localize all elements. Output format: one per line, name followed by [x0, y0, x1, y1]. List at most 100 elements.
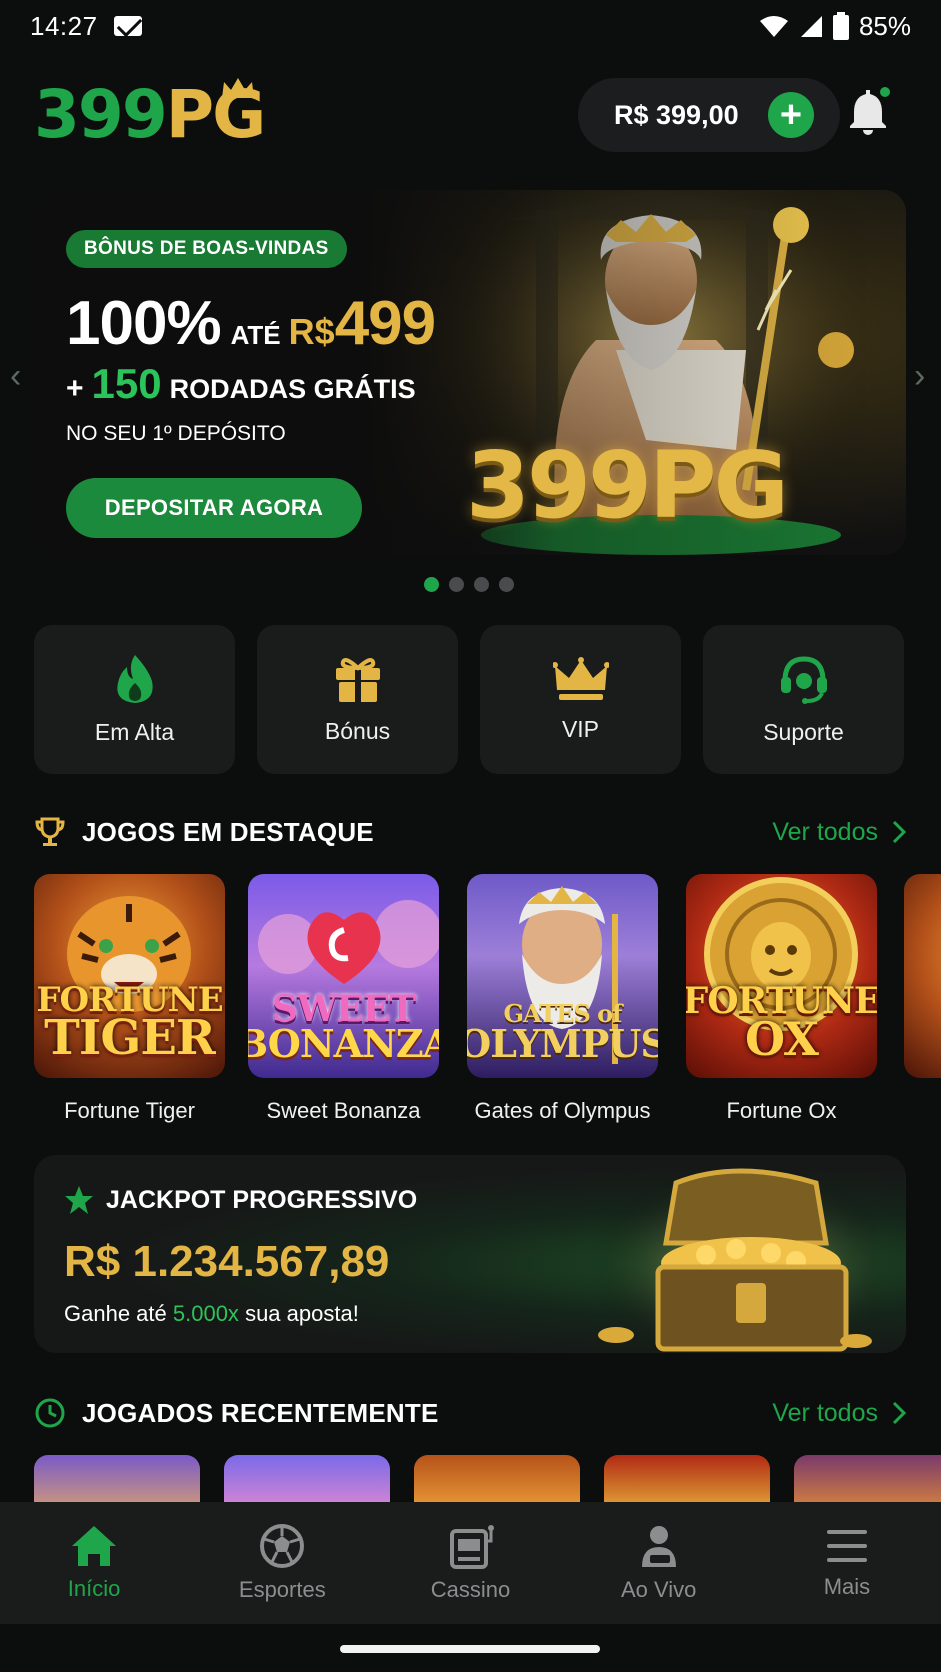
recent-game-thumbnail[interactable] [34, 1455, 200, 1503]
battery-percent: 85% [858, 10, 911, 41]
recent-game-thumbnail[interactable] [604, 1455, 770, 1503]
menu-icon [826, 1530, 867, 1562]
game-art-title: FORTUNE TIGER [36, 983, 223, 1067]
banner-art-wordmark: 399PG [466, 432, 789, 539]
recent-game-thumbnail[interactable] [794, 1455, 941, 1503]
nav-item-ao-vivo[interactable]: Ao Vivo [565, 1502, 753, 1624]
game-card-sweet-bonanza[interactable]: SWEET BONANZA Sweet Bonanza [248, 874, 439, 1124]
banner-prev-arrow[interactable]: ‹ [10, 357, 21, 396]
star-icon [65, 1186, 93, 1214]
jackpot-sub-prefix: Ganhe até [64, 1301, 167, 1326]
banner-pagination [424, 577, 514, 592]
pagination-dot-2[interactable] [449, 577, 464, 592]
battery-icon [832, 12, 849, 40]
game-card-fortune-tiger[interactable]: FORTUNE TIGER Fortune Tiger [34, 874, 225, 1124]
free-spins-line: + 150 RODADAS GRÁTIS [66, 360, 416, 408]
game-name: Sweet Bonanza [266, 1098, 421, 1123]
nav-item-inicio[interactable]: Início [0, 1502, 188, 1624]
mail-notification-icon [113, 16, 142, 36]
pagination-dot-3[interactable] [474, 577, 489, 592]
game-thumbnail: SWEET BONANZA [248, 874, 439, 1078]
game-name: Gates of Olympus [474, 1098, 651, 1123]
status-time: 14:27 [30, 10, 98, 41]
featured-see-all-link[interactable]: Ver todos [772, 818, 906, 847]
home-icon [72, 1526, 117, 1566]
pagination-dot-4[interactable] [499, 577, 514, 592]
brand-logo[interactable]: 399PG [34, 78, 266, 148]
quick-link-label: Bónus [324, 718, 391, 744]
game-thumbnail: FORTUNE TIGER [34, 874, 225, 1078]
game-art-line-2: OLYMPUS [467, 1020, 658, 1066]
nav-label: Início [67, 1576, 121, 1601]
nav-item-esportes[interactable]: Esportes [188, 1502, 376, 1624]
banner-headline: 100% ATÉ R$ 499 [66, 288, 436, 359]
free-spins-count: 150 [91, 360, 162, 407]
slot-machine-icon [449, 1525, 494, 1569]
game-art-title: SWEET BONANZA [248, 991, 439, 1066]
balance-pill[interactable]: R$ 399,00 + [578, 78, 840, 152]
game-art-line-2: TIGER [44, 1010, 216, 1067]
chevron-right-icon [892, 820, 906, 844]
game-card-fortune-ox[interactable]: FORTUNE OX Fortune Ox [686, 874, 877, 1124]
nav-item-cassino[interactable]: Cassino [376, 1502, 564, 1624]
game-name: Fortune Ox [726, 1098, 837, 1123]
bonus-upto: ATÉ [230, 320, 281, 350]
soccer-ball-icon [260, 1524, 305, 1568]
recent-game-thumbnail[interactable] [224, 1455, 390, 1503]
game-art-line-2: OX [745, 1012, 819, 1067]
notification-bell-icon[interactable] [844, 86, 892, 136]
jackpot-multiplier: 5.000x [172, 1301, 239, 1326]
quick-link-label: VIP [561, 716, 600, 742]
bonus-currency: R$ [288, 311, 335, 352]
status-bar: 14:27 85% [0, 0, 941, 52]
logo-crown-icon [222, 78, 254, 98]
quick-link-label: Em Alta [94, 719, 175, 745]
deposit-now-button[interactable]: DEPOSITAR AGORA [66, 478, 362, 538]
game-art-title: FORTUNE OX [686, 983, 877, 1067]
game-name: Fortune Tiger [64, 1098, 195, 1123]
bottom-navigation: Início Esportes Cassino Ao Vivo Mais [0, 1502, 941, 1624]
featured-games-carousel: FORTUNE TIGER Fortune Tiger SWEET BONANZ… [34, 874, 941, 1134]
flame-icon [116, 655, 153, 703]
game-art-title: GATES of OLYMPUS [467, 1002, 658, 1066]
pagination-dot-1[interactable] [424, 577, 439, 592]
section-title: JOGADOS RECENTEMENTE [82, 1397, 439, 1428]
trophy-icon [35, 817, 65, 846]
section-title: JOGOS EM DESTAQUE [82, 816, 374, 847]
recent-see-all-link[interactable]: Ver todos [772, 1399, 906, 1428]
bonus-percent: 100% [66, 289, 222, 358]
jackpot-card[interactable]: JACKPOT PROGRESSIVO R$ 1.234.567,89 Ganh… [34, 1155, 906, 1353]
jackpot-sub-suffix: sua aposta! [245, 1301, 359, 1326]
bonus-amount: 499 [334, 289, 436, 358]
jackpot-title: JACKPOT PROGRESSIVO [106, 1185, 418, 1214]
balance-amount: R$ 399,00 [614, 99, 739, 130]
nav-label: Cassino [430, 1577, 511, 1602]
game-card-partial[interactable] [904, 874, 941, 1078]
game-card-gates-of-olympus[interactable]: GATES of OLYMPUS Gates of Olympus [467, 874, 658, 1124]
app-header: 399PG R$ 399,00 + [34, 70, 906, 160]
headset-icon [780, 656, 827, 704]
see-all-label: Ver todos [772, 817, 878, 846]
quick-link-bonus[interactable]: Bónus [257, 625, 458, 774]
game-art-line-2: BONANZA [248, 1020, 439, 1066]
add-funds-button[interactable]: + [768, 92, 814, 138]
nav-item-mais[interactable]: Mais [753, 1502, 941, 1624]
nav-label: Mais [823, 1574, 871, 1599]
featured-section-header: JOGOS EM DESTAQUE Ver todos [34, 812, 906, 852]
recent-games-carousel [34, 1455, 941, 1503]
live-dealer-icon [641, 1526, 676, 1567]
treasure-chest-illustration [586, 1163, 876, 1353]
promo-banner[interactable]: 399PG BÔNUS DE BOAS-VINDAS 100% ATÉ R$ 4… [34, 190, 906, 555]
cell-signal-icon [800, 16, 822, 37]
quick-link-em-alta[interactable]: Em Alta [34, 625, 235, 774]
quick-link-label: Suporte [763, 719, 844, 745]
logo-number: 399 [34, 76, 168, 153]
recent-game-thumbnail[interactable] [414, 1455, 580, 1503]
system-home-indicator[interactable] [340, 1645, 600, 1653]
wifi-icon [759, 16, 788, 37]
banner-next-arrow[interactable]: › [914, 357, 925, 396]
quick-link-vip[interactable]: VIP [480, 625, 681, 774]
welcome-bonus-tag: BÔNUS DE BOAS-VINDAS [66, 230, 347, 268]
quick-link-support[interactable]: Suporte [703, 625, 904, 774]
clock-icon [35, 1398, 65, 1428]
